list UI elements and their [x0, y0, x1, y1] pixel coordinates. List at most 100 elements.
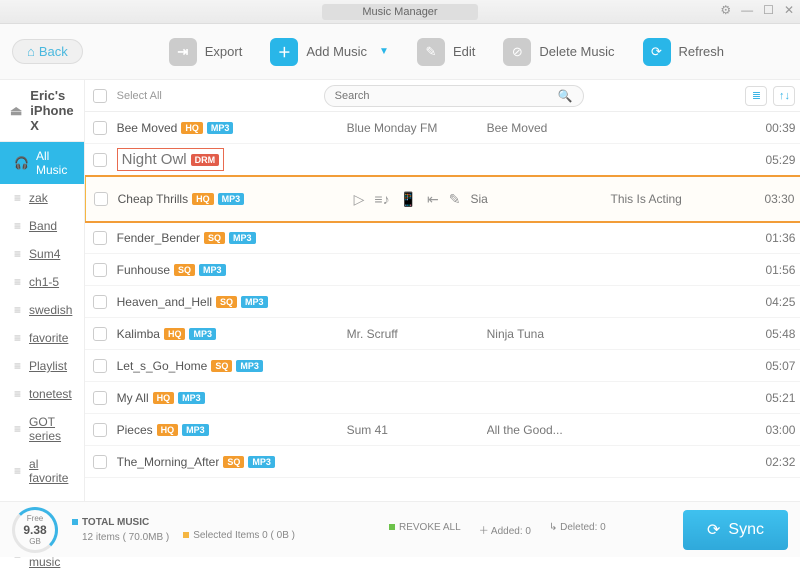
edit-row-icon[interactable]: ✎: [449, 191, 461, 208]
add-music-button[interactable]: ＋ Add Music ▼: [270, 38, 389, 66]
track-row[interactable]: Night OwlDRM 05:29: [85, 144, 800, 176]
playlist-icon: ≡: [14, 387, 21, 401]
badge-sq: SQ: [204, 232, 225, 244]
export-label: Export: [205, 44, 243, 59]
queue-icon[interactable]: ≡♪: [374, 191, 389, 207]
list-header: Select All 🔍 ≣ ↑↓ ◉: [85, 80, 800, 112]
delete-music-button[interactable]: ⊘ Delete Music: [503, 38, 614, 66]
sidebar-item-ch1-5[interactable]: ≡ch1-5: [0, 268, 84, 296]
track-checkbox[interactable]: [93, 327, 107, 341]
search-input[interactable]: [335, 90, 558, 102]
track-checkbox[interactable]: [94, 192, 108, 206]
track-name-cell: Night OwlDRM: [117, 148, 337, 171]
track-row[interactable]: Fender_Bender SQ MP3 01:36: [85, 222, 800, 254]
headphones-icon: 🎧: [14, 156, 28, 170]
device-icon[interactable]: 📱: [400, 191, 417, 208]
track-row[interactable]: PiecesHQMP3Sum 41All the Good...03:00: [85, 414, 800, 446]
track-name-cell: Cheap ThrillsHQMP3: [118, 192, 338, 206]
chevron-down-icon: ▼: [379, 46, 389, 57]
track-duration: 05:07: [751, 359, 795, 373]
search-box[interactable]: 🔍: [324, 85, 584, 107]
track-row[interactable]: My AllHQMP305:21: [85, 382, 800, 414]
playlist-icon: ≡: [14, 464, 21, 478]
select-all-checkbox[interactable]: [93, 89, 107, 103]
track-row[interactable]: The_Morning_AfterSQMP302:32: [85, 446, 800, 478]
track-album: All the Good...: [487, 423, 617, 437]
track-checkbox[interactable]: [93, 359, 107, 373]
playlist-icon: ≡: [14, 275, 21, 289]
window-title: Music Manager: [322, 4, 477, 20]
edit-label: Edit: [453, 44, 475, 59]
device-name: Eric's iPhone X: [30, 88, 73, 133]
track-name-cell: Fender_Bender SQ MP3: [117, 231, 337, 245]
sidebar-item-label: All Music: [36, 149, 74, 177]
track-duration: 05:29: [751, 153, 795, 167]
maximize-icon[interactable]: ☐: [763, 3, 774, 17]
badge-mp3: MP3: [248, 456, 275, 468]
track-checkbox[interactable]: [93, 455, 107, 469]
track-row[interactable]: Bee MovedHQMP3Blue Monday FMBee Moved00:…: [85, 112, 800, 144]
track-checkbox[interactable]: [93, 121, 107, 135]
track-title: The_Morning_After: [117, 455, 220, 469]
track-checkbox[interactable]: [93, 391, 107, 405]
sidebar-item-playlist[interactable]: ≡Playlist: [0, 352, 84, 380]
export-icon: ⇥: [169, 38, 197, 66]
badge-hq: HQ: [153, 392, 175, 404]
eject-icon: ⏏: [10, 103, 22, 119]
playlist-icon: ≡: [14, 303, 21, 317]
track-checkbox[interactable]: [93, 263, 107, 277]
track-name-cell: PiecesHQMP3: [117, 423, 337, 437]
play-icon[interactable]: ▷: [354, 191, 365, 208]
sync-icon: ⟳: [707, 520, 720, 540]
track-name-cell: Heaven_and_HellSQMP3: [117, 295, 337, 309]
refresh-button[interactable]: ⟳ Refresh: [643, 38, 725, 66]
device-header[interactable]: ⏏ Eric's iPhone X: [0, 80, 84, 142]
sort-button[interactable]: ↑↓: [773, 86, 795, 106]
sidebar-item-swedish[interactable]: ≡swedish: [0, 296, 84, 324]
sidebar-item-al-favorite[interactable]: ≡al favorite: [0, 450, 84, 492]
track-checkbox[interactable]: [93, 295, 107, 309]
track-row[interactable]: FunhouseSQMP301:56: [85, 254, 800, 286]
badge-sq: SQ: [223, 456, 244, 468]
track-checkbox[interactable]: [93, 231, 107, 245]
view-list-button[interactable]: ≣: [745, 86, 767, 106]
home-icon: ⌂: [27, 44, 35, 59]
track-title: Fender_Bender: [117, 231, 200, 245]
sidebar-item-all-music[interactable]: 🎧 All Music: [0, 142, 84, 184]
edit-button[interactable]: ✎ Edit: [417, 38, 475, 66]
sidebar-item-favorite[interactable]: ≡ favorite: [0, 324, 84, 352]
track-title: Heaven_and_Hell: [117, 295, 212, 309]
track-album: Bee Moved: [487, 121, 617, 135]
sidebar-item-sum4[interactable]: ≡Sum4: [0, 240, 84, 268]
revoke-all[interactable]: REVOKE ALL: [389, 522, 461, 537]
sidebar-item-label: zak: [29, 191, 48, 205]
sidebar-item-got-series[interactable]: ≡GOT series: [0, 408, 84, 450]
sidebar-item-band[interactable]: ≡Band: [0, 212, 84, 240]
track-row[interactable]: Cheap ThrillsHQMP3▷≡♪📱⇤✎SiaThis Is Actin…: [85, 176, 800, 222]
track-row[interactable]: Let_s_Go_HomeSQMP305:07: [85, 350, 800, 382]
minimize-icon[interactable]: —: [741, 3, 753, 17]
badge-mp3: MP3: [218, 193, 245, 205]
close-icon[interactable]: ✕: [784, 3, 794, 17]
track-checkbox[interactable]: [93, 423, 107, 437]
select-all-label: Select All: [117, 90, 162, 102]
track-duration: 01:36: [751, 231, 795, 245]
back-button[interactable]: ⌂ Back: [12, 39, 83, 64]
badge-mp3: MP3: [178, 392, 205, 404]
sidebar-item-zak[interactable]: ≡zak: [0, 184, 84, 212]
sidebar-item-label: favorite: [29, 331, 68, 345]
track-row[interactable]: KalimbaHQMP3Mr. ScruffNinja Tuna05:48: [85, 318, 800, 350]
badge-mp3: MP3: [229, 232, 256, 244]
sidebar-item-tonetest[interactable]: ≡tonetest: [0, 380, 84, 408]
import-icon[interactable]: ⇤: [427, 191, 439, 208]
playlist-icon: ≡: [14, 331, 21, 345]
track-checkbox[interactable]: [93, 153, 107, 167]
track-title: Funhouse: [117, 263, 170, 277]
sidebar-item-label: Playlist: [29, 359, 67, 373]
settings-icon[interactable]: ⚙: [720, 3, 731, 17]
track-artist: Sum 41: [347, 423, 477, 437]
export-button[interactable]: ⇥ Export: [169, 38, 243, 66]
sync-button[interactable]: ⟳ Sync: [683, 510, 788, 550]
track-duration: 00:39: [751, 121, 795, 135]
track-row[interactable]: Heaven_and_HellSQMP304:25: [85, 286, 800, 318]
